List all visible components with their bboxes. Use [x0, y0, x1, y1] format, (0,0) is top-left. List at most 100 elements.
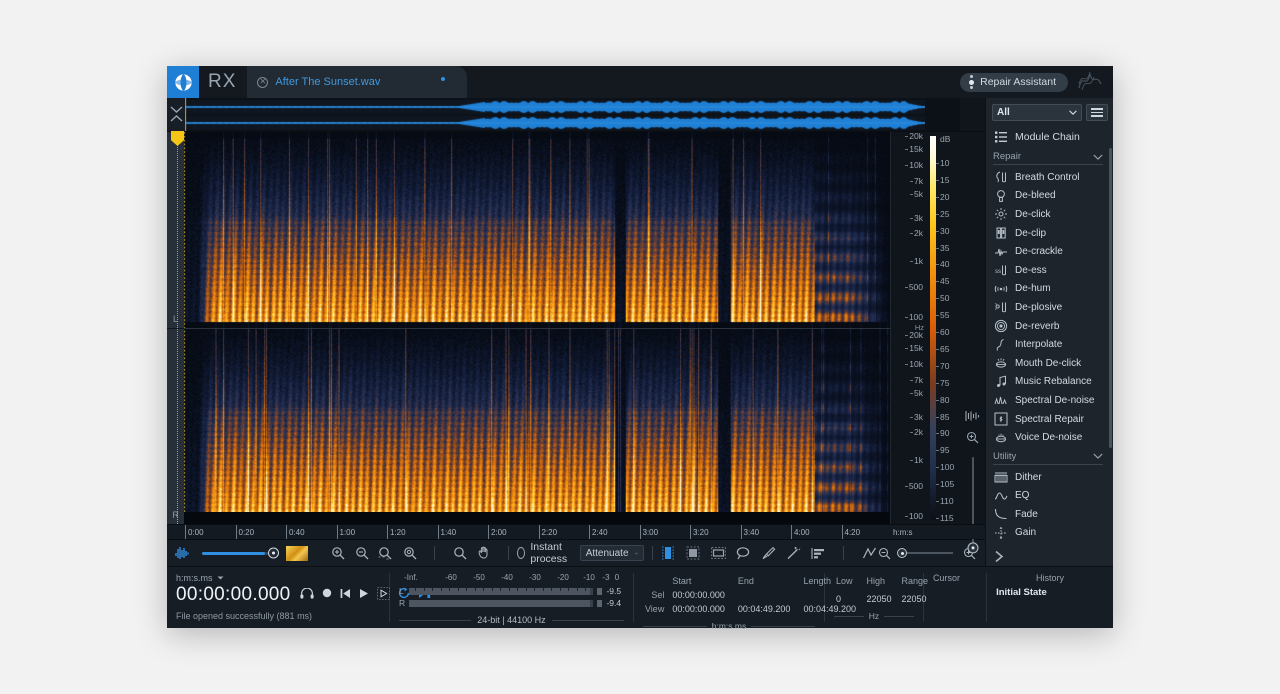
module-item-de-hum[interactable]: De-hum — [986, 280, 1109, 299]
module-chain-item[interactable]: Module Chain — [986, 126, 1109, 147]
module-item-label: De-bleed — [1015, 190, 1056, 202]
tab-title: After The Sunset.wav — [275, 76, 381, 88]
module-item-spectral-de-noise[interactable]: Spectral De-noise — [986, 391, 1109, 410]
sel-end[interactable] — [727, 589, 791, 601]
module-item-voice-de-noise[interactable]: Voice De-noise — [986, 428, 1109, 447]
selection-list-tool-icon[interactable] — [810, 546, 826, 561]
hand-pan-tool-icon[interactable] — [476, 546, 491, 561]
meter-peak-r — [597, 599, 603, 607]
module-item-gain[interactable]: Gain — [986, 524, 1109, 543]
module-list[interactable]: Module Chain Repair Breath Control De-bleed… — [986, 126, 1113, 546]
freq-tick: 100 — [904, 511, 923, 522]
time-selection-tool-icon[interactable] — [660, 546, 676, 561]
envelope-tool-icon[interactable] — [861, 546, 877, 561]
monitor-headphones-icon[interactable] — [299, 587, 314, 602]
zoom-out-horizontal-icon[interactable] — [877, 546, 892, 561]
instant-process-control[interactable]: Instant process Attenuate — [517, 541, 644, 565]
blend-knob[interactable] — [268, 547, 279, 559]
zoom-fit-icon[interactable] — [402, 546, 417, 561]
module-item-interpolate[interactable]: Interpolate — [986, 335, 1109, 354]
freq-tick: 3k — [910, 411, 923, 422]
module-item-de-reverb[interactable]: De-reverb — [986, 317, 1109, 336]
module-item-eq[interactable]: EQ — [986, 487, 1109, 506]
sel-start[interactable]: 00:00:00.000 — [672, 589, 725, 601]
module-item-spectral-repair[interactable]: Spectral Repair — [986, 410, 1109, 429]
table-header-row: Low High Range — [836, 575, 928, 587]
freq-tick: 15k — [905, 143, 923, 154]
zoom-to-selection-icon[interactable] — [378, 546, 393, 561]
spectrogram-canvas[interactable] — [184, 132, 890, 524]
brush-selection-tool-icon[interactable] — [760, 546, 776, 561]
module-group-repair[interactable]: Repair — [993, 151, 1103, 165]
module-list-scrollbar[interactable] — [1109, 148, 1112, 448]
rectangle-selection-tool-icon[interactable] — [710, 546, 726, 561]
module-item-label: Mouth De-click — [1015, 357, 1082, 369]
time-tick: 3:40 — [740, 525, 759, 539]
module-item-de-ess[interactable]: ss De-ess — [986, 261, 1109, 280]
overview-waveform[interactable] — [185, 98, 960, 131]
time-tick: 2:20 — [538, 525, 557, 539]
time-format-selector[interactable]: h:m:s.ms — [176, 573, 380, 583]
meter-value-l: -9.5 — [606, 586, 622, 596]
lasso-selection-tool-icon[interactable] — [735, 546, 751, 561]
vertical-zoom-knob[interactable] — [967, 542, 978, 554]
freq-low-value[interactable]: 0 — [836, 593, 853, 605]
go-to-start-icon[interactable] — [340, 588, 351, 602]
meter-label-r: R — [398, 598, 406, 608]
chevron-right-icon — [995, 550, 1004, 562]
module-item-de-plosive[interactable]: De-plosive — [986, 298, 1109, 317]
view-start[interactable]: 00:00:00.000 — [672, 603, 725, 615]
spectrogram-colormap-icon[interactable] — [286, 545, 308, 561]
magnifier-tool-icon[interactable] — [452, 546, 467, 561]
close-icon[interactable]: ✕ — [257, 76, 269, 88]
waveform-spectrogram-blend-slider[interactable] — [202, 547, 279, 559]
magic-wand-tool-icon[interactable] — [785, 546, 801, 561]
zoom-out-icon[interactable] — [354, 546, 369, 561]
module-item-dither[interactable]: Dither — [986, 468, 1109, 487]
freq-range-value[interactable]: 22050 — [894, 593, 929, 605]
module-item-music-rebalance[interactable]: Music Rebalance — [986, 373, 1109, 392]
freq-high-value[interactable]: 22050 — [854, 593, 891, 605]
module-item-fade[interactable]: Fade — [986, 505, 1109, 524]
waveform-toggle-icon[interactable] — [965, 410, 980, 425]
module-item-de-crackle[interactable]: De-crackle — [986, 242, 1109, 261]
time-ruler[interactable]: 0:00 0:20 0:40 1:00 1:20 1:40 2:00 2:20 2:40 3:00… — [167, 524, 985, 539]
freq-tick: 3k — [910, 212, 923, 223]
play-selection-icon[interactable] — [376, 586, 390, 603]
module-menu-button[interactable] — [1086, 104, 1108, 121]
view-end[interactable]: 00:04:49.200 — [727, 603, 791, 615]
freq-tick: 20k — [905, 131, 923, 142]
repair-assistant-button[interactable]: Repair Assistant — [960, 72, 1068, 92]
history-item[interactable]: Initial State — [996, 587, 1104, 598]
overview-collapse-handle[interactable] — [167, 98, 185, 131]
playhead-line — [177, 132, 178, 524]
process-mode-select[interactable]: Attenuate — [579, 545, 644, 561]
zoom-in-vertical-icon[interactable] — [966, 431, 979, 447]
module-panel-expand-button[interactable] — [986, 546, 1113, 566]
module-item-de-bleed[interactable]: De-bleed — [986, 187, 1109, 206]
history-title: History — [1036, 573, 1065, 583]
zoom-in-icon[interactable] — [330, 546, 345, 561]
editor-toolbar: Instant process Attenuate — [167, 539, 985, 566]
horizontal-zoom-slider[interactable] — [897, 548, 953, 558]
deess-icon: ss — [994, 263, 1008, 277]
db-tick: 70 — [935, 360, 950, 371]
interpolate-icon — [994, 338, 1008, 352]
blend-fill — [202, 551, 266, 555]
db-header-label: dB — [940, 134, 951, 144]
module-item-mouth-de-click[interactable]: Mouth De-click — [986, 354, 1109, 373]
time-frequency-selection-tool-icon[interactable] — [685, 546, 701, 561]
horizontal-zoom-knob[interactable] — [897, 548, 907, 558]
module-item-de-clip[interactable]: De-clip — [986, 224, 1109, 243]
record-button-icon[interactable] — [322, 588, 332, 601]
module-filter-select[interactable]: All — [992, 104, 1082, 121]
waveform-icon[interactable] — [175, 546, 190, 561]
header-low: Low — [835, 576, 853, 586]
module-item-de-click[interactable]: De-click — [986, 205, 1109, 224]
meter-scale-label: -10 — [583, 573, 595, 582]
document-tab[interactable]: ✕ After The Sunset.wav — [247, 66, 468, 98]
play-button-icon[interactable] — [359, 588, 369, 602]
module-group-utility[interactable]: Utility — [993, 451, 1103, 465]
instant-process-toggle-icon[interactable] — [517, 547, 526, 559]
module-item-breath-control[interactable]: Breath Control — [986, 168, 1109, 187]
